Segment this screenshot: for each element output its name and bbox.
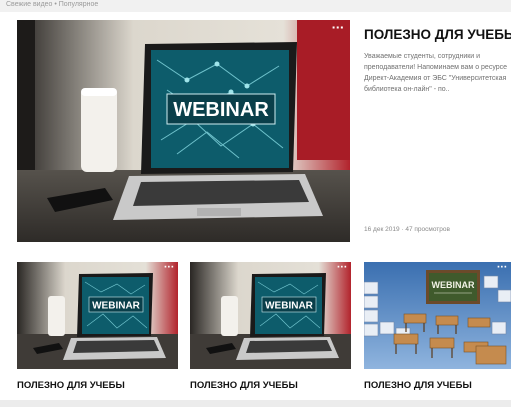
video-thumbnail[interactable]: WEBINAR ··· <box>17 262 178 369</box>
svg-text:WEBINAR: WEBINAR <box>173 99 269 121</box>
more-dots-icon[interactable]: ··· <box>331 22 344 34</box>
featured-thumbnail[interactable]: WEBINAR ··· <box>17 20 350 242</box>
video-title[interactable]: ПОЛЕЗНО ДЛЯ УЧЕБЫ <box>364 380 472 391</box>
more-dots-icon[interactable]: ··· <box>497 262 507 274</box>
video-title[interactable]: ПОЛЕЗНО ДЛЯ УЧЕБЫ <box>17 380 125 391</box>
video-card[interactable]: WEBINAR ··· ПОЛЕЗНО ДЛЯ УЧЕБЫ <box>17 262 178 392</box>
laptop-webinar-illustration: WEBINAR <box>190 262 351 369</box>
featured-meta: 16 дек 2019 · 47 просмотров <box>364 226 450 233</box>
video-thumbnail[interactable]: WEBINAR ··· <box>364 262 511 369</box>
video-card[interactable]: WEBINAR ··· ПОЛЕЗНО ДЛЯ УЧЕБЫ <box>364 262 511 392</box>
bottom-strip <box>0 400 511 407</box>
video-card[interactable]: WEBINAR ··· ПОЛЕЗНО ДЛЯ УЧЕБЫ <box>190 262 351 392</box>
featured-title[interactable]: ПОЛЕЗНО ДЛЯ УЧЕБЫ <box>364 27 511 42</box>
featured-video-card[interactable]: WEBINAR ··· ПОЛЕЗНО ДЛЯ УЧЕБЫ Уважаемые … <box>0 0 511 250</box>
more-dots-icon[interactable]: ··· <box>337 262 347 274</box>
laptop-webinar-illustration: WEBINAR <box>17 20 350 242</box>
video-thumbnail[interactable]: WEBINAR ··· <box>190 262 351 369</box>
svg-text:WEBINAR: WEBINAR <box>92 301 141 312</box>
laptop-webinar-illustration: WEBINAR <box>17 262 178 369</box>
more-dots-icon[interactable]: ··· <box>164 262 174 274</box>
svg-text:WEBINAR: WEBINAR <box>432 280 475 290</box>
classroom-keyboard-illustration: WEBINAR <box>364 262 511 369</box>
svg-text:WEBINAR: WEBINAR <box>265 301 314 312</box>
featured-description: Уважаемые студенты, сотрудники и препода… <box>364 53 508 93</box>
video-title[interactable]: ПОЛЕЗНО ДЛЯ УЧЕБЫ <box>190 380 298 391</box>
